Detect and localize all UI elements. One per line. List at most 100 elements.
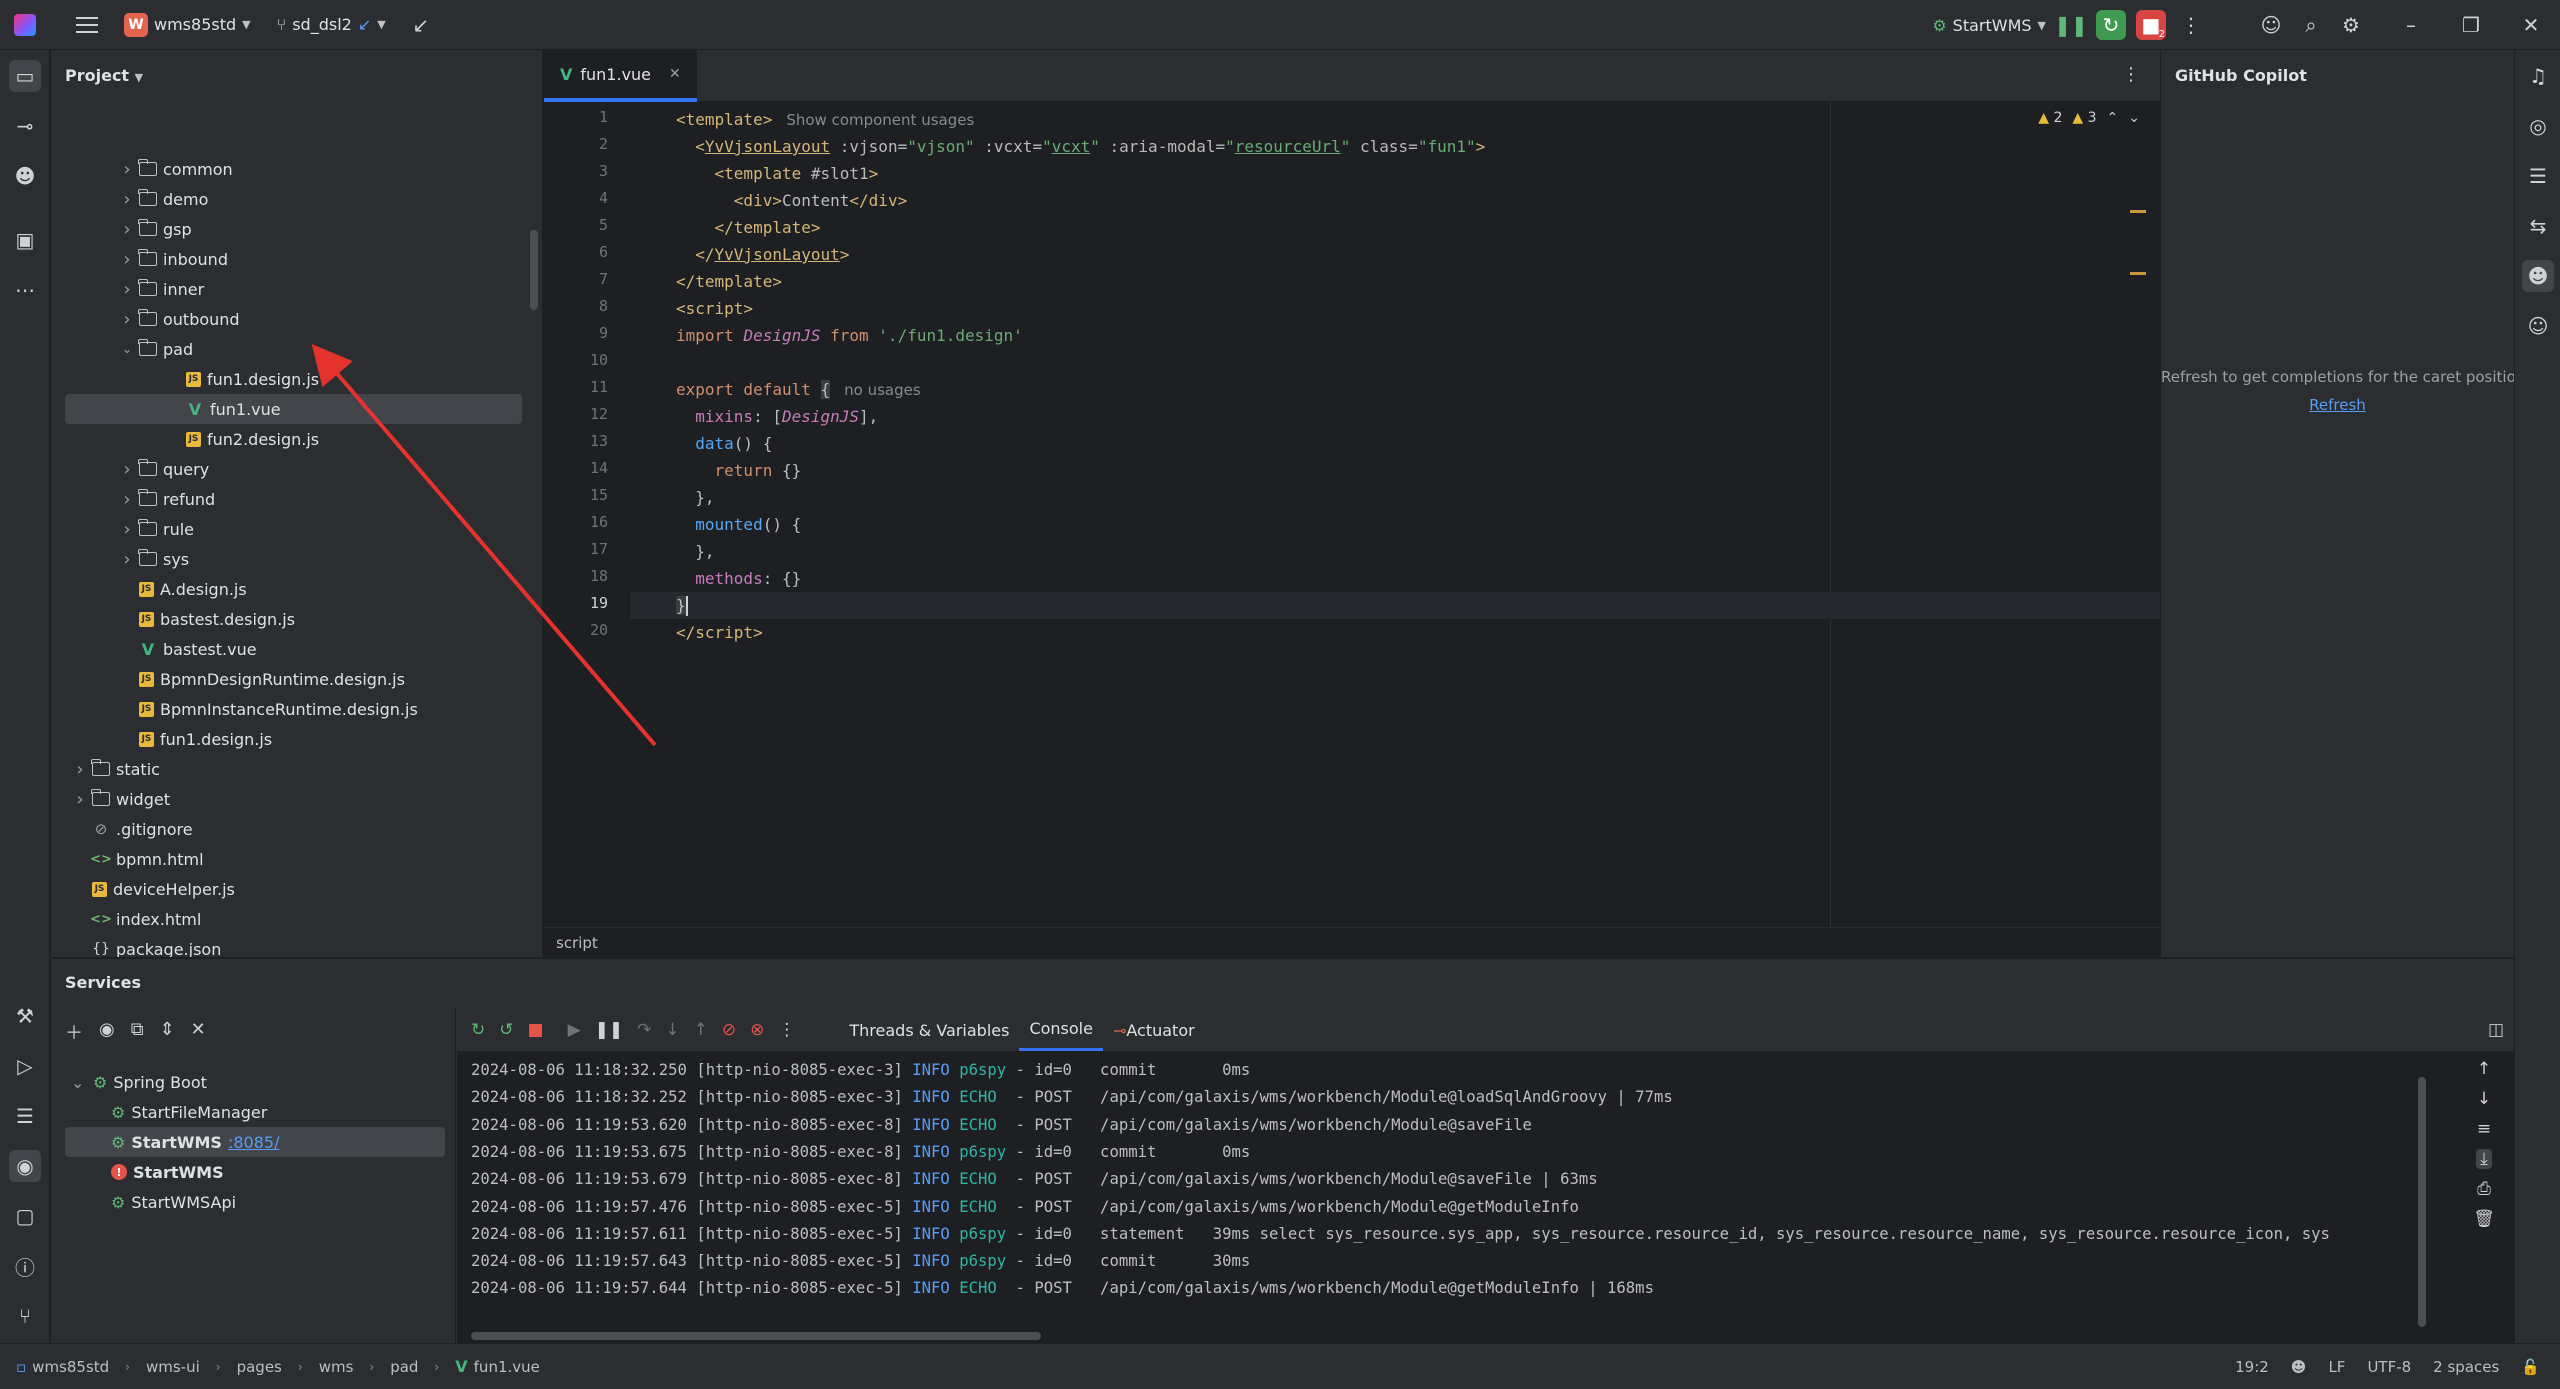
commit-tool-icon[interactable]: ⊸ xyxy=(9,110,41,142)
status-breadcrumb-item[interactable]: wms85std xyxy=(32,1358,109,1376)
tab-options-icon[interactable]: ⋮ xyxy=(2122,64,2140,85)
service-item[interactable]: ⚙ StartWMSApi xyxy=(65,1187,445,1217)
git-tool-icon[interactable]: ⑂ xyxy=(9,1300,41,1332)
tree-file[interactable]: {} package.json xyxy=(65,934,522,958)
step-over-icon[interactable]: ↷ xyxy=(637,1020,651,1040)
expand-all-icon[interactable]: ⇕ xyxy=(160,1019,175,1045)
line-number[interactable]: 13 xyxy=(590,432,608,450)
tree-folder[interactable]: › demo xyxy=(65,184,522,214)
line-number[interactable]: 6 xyxy=(599,243,608,261)
chevron-right-icon[interactable]: › xyxy=(119,219,135,240)
tree-folder[interactable]: › inner xyxy=(65,274,522,304)
ai-assistant-icon[interactable]: ◎ xyxy=(2522,110,2554,142)
search-icon[interactable]: ⌕ xyxy=(2296,10,2326,40)
chevron-right-icon[interactable]: › xyxy=(119,309,135,330)
rerun-icon[interactable]: ↻ xyxy=(2096,10,2126,40)
copilot-status-icon[interactable]: ☻ xyxy=(2291,1358,2307,1376)
scroll-down-icon[interactable]: ↓ xyxy=(2477,1089,2491,1109)
soft-wrap-icon[interactable]: ≡ xyxy=(2477,1119,2491,1139)
code-vision-hint[interactable]: Show component usages xyxy=(786,111,974,129)
chevron-right-icon[interactable]: › xyxy=(119,159,135,180)
status-breadcrumb-item[interactable]: wms-ui xyxy=(146,1358,200,1376)
database-icon[interactable]: ☰ xyxy=(2522,160,2554,192)
status-breadcrumb-item[interactable]: pad xyxy=(390,1358,418,1376)
tree-folder[interactable]: › inbound xyxy=(65,244,522,274)
mute-breakpoints-icon[interactable]: ⊗ xyxy=(750,1020,764,1040)
tree-folder[interactable]: › static xyxy=(65,754,522,784)
caret-position[interactable]: 19:2 xyxy=(2235,1358,2269,1376)
line-number[interactable]: 17 xyxy=(590,540,608,558)
tree-file[interactable]: JS fun1.design.js xyxy=(65,724,522,754)
chevron-right-icon[interactable]: › xyxy=(119,279,135,300)
line-number[interactable]: 4 xyxy=(599,189,608,207)
tree-folder[interactable]: › gsp xyxy=(65,214,522,244)
tree-file[interactable]: JS deviceHelper.js xyxy=(65,874,522,904)
project-scrollbar[interactable] xyxy=(530,230,538,310)
breadcrumb-script[interactable]: script xyxy=(556,934,598,952)
more-tools-icon[interactable]: ⋯ xyxy=(9,274,41,306)
project-panel-title[interactable]: Project ▼ xyxy=(65,66,143,85)
tree-file[interactable]: <> index.html xyxy=(65,904,522,934)
step-out-icon[interactable]: ↑ xyxy=(694,1020,708,1040)
chevron-right-icon[interactable]: › xyxy=(119,189,135,210)
add-user-icon[interactable]: ☺ xyxy=(2256,10,2286,40)
line-number[interactable]: 19 xyxy=(590,594,608,612)
chevron-right-icon[interactable]: › xyxy=(119,249,135,270)
service-item[interactable]: ⚙ StartWMS:8085/ xyxy=(65,1127,445,1157)
tree-file[interactable]: Vfun1.vue xyxy=(65,394,522,424)
endpoints-icon[interactable]: ⇆ xyxy=(2522,210,2554,242)
notifications-bell-icon[interactable]: ♫ xyxy=(2522,60,2554,92)
copilot-icon[interactable]: ☻ xyxy=(2522,260,2554,292)
show-icon[interactable]: ◉ xyxy=(99,1019,115,1045)
tree-folder[interactable]: › rule xyxy=(65,514,522,544)
tree-folder[interactable]: › refund xyxy=(65,484,522,514)
rerun-debug-icon[interactable]: ↺ xyxy=(499,1020,513,1040)
app-logo-icon[interactable] xyxy=(14,13,36,36)
line-number[interactable]: 10 xyxy=(590,351,608,369)
line-number[interactable]: 18 xyxy=(590,567,608,585)
tree-folder[interactable]: › widget xyxy=(65,784,522,814)
read-only-lock-icon[interactable]: 🔓 xyxy=(2521,1358,2540,1376)
close-window-icon[interactable]: ✕ xyxy=(2516,10,2546,40)
tree-file[interactable]: JS BpmnInstanceRuntime.design.js xyxy=(65,694,522,724)
pause-icon[interactable]: ❚❚ xyxy=(2054,10,2088,40)
status-breadcrumb-item[interactable]: wms xyxy=(319,1358,354,1376)
run-config-selector[interactable]: ⚙ StartWMS ▼ xyxy=(1932,0,2046,50)
update-project-icon[interactable]: ↙ xyxy=(406,10,436,40)
services-tool-icon[interactable]: ◉ xyxy=(9,1150,41,1182)
project-tool-icon[interactable]: ▭ xyxy=(9,60,41,92)
terminal-tool-icon[interactable]: ▢ xyxy=(9,1200,41,1232)
chevron-right-icon[interactable]: › xyxy=(72,789,88,810)
code-view[interactable]: <template> Show component usages <YvVjson… xyxy=(630,102,2160,927)
print-icon[interactable]: ⎙ xyxy=(2477,1179,2491,1199)
line-number[interactable]: 12 xyxy=(590,405,608,423)
project-selector[interactable]: W wms85std ▼ xyxy=(124,0,251,50)
line-number[interactable]: 9 xyxy=(599,324,608,342)
console-tab[interactable]: Threads & Variables xyxy=(839,1009,1019,1051)
line-separator[interactable]: LF xyxy=(2328,1358,2345,1376)
tree-file[interactable]: JS BpmnDesignRuntime.design.js xyxy=(65,664,522,694)
chevron-right-icon[interactable]: › xyxy=(119,459,135,480)
line-number[interactable]: 2 xyxy=(599,135,608,153)
file-encoding[interactable]: UTF-8 xyxy=(2367,1358,2411,1376)
console-tab[interactable]: ⊸ Actuator xyxy=(1103,1009,1205,1051)
service-item[interactable]: ⌄ ⚙ Spring Boot xyxy=(65,1067,445,1097)
tree-folder[interactable]: › common xyxy=(65,154,522,184)
tree-folder[interactable]: › query xyxy=(65,454,522,484)
chevron-down-icon[interactable]: ⌄ xyxy=(71,1073,87,1092)
clear-all-icon[interactable]: 🗑 xyxy=(2473,1209,2495,1229)
copilot-refresh-link[interactable]: Refresh xyxy=(2161,396,2514,414)
console-tab[interactable]: Console xyxy=(1019,1009,1103,1051)
branch-selector[interactable]: ⑂ sd_dsl2 ↙ ▼ xyxy=(277,0,386,50)
line-number[interactable]: 7 xyxy=(599,270,608,288)
console-horizontal-scrollbar[interactable] xyxy=(471,1332,1041,1340)
structure-tool-icon[interactable]: ▣ xyxy=(9,224,41,256)
line-number[interactable]: 20 xyxy=(590,621,608,639)
main-menu-icon[interactable] xyxy=(76,16,98,33)
copilot-chat-icon[interactable]: ☺ xyxy=(2522,310,2554,342)
chevron-down-icon[interactable]: ⌄ xyxy=(119,342,135,356)
chevron-right-icon[interactable]: › xyxy=(119,549,135,570)
rerun-icon[interactable]: ↻ xyxy=(471,1020,485,1040)
more-vertical-icon[interactable]: ⋮ xyxy=(2176,10,2206,40)
run-tool-icon[interactable]: ▷ xyxy=(9,1050,41,1082)
